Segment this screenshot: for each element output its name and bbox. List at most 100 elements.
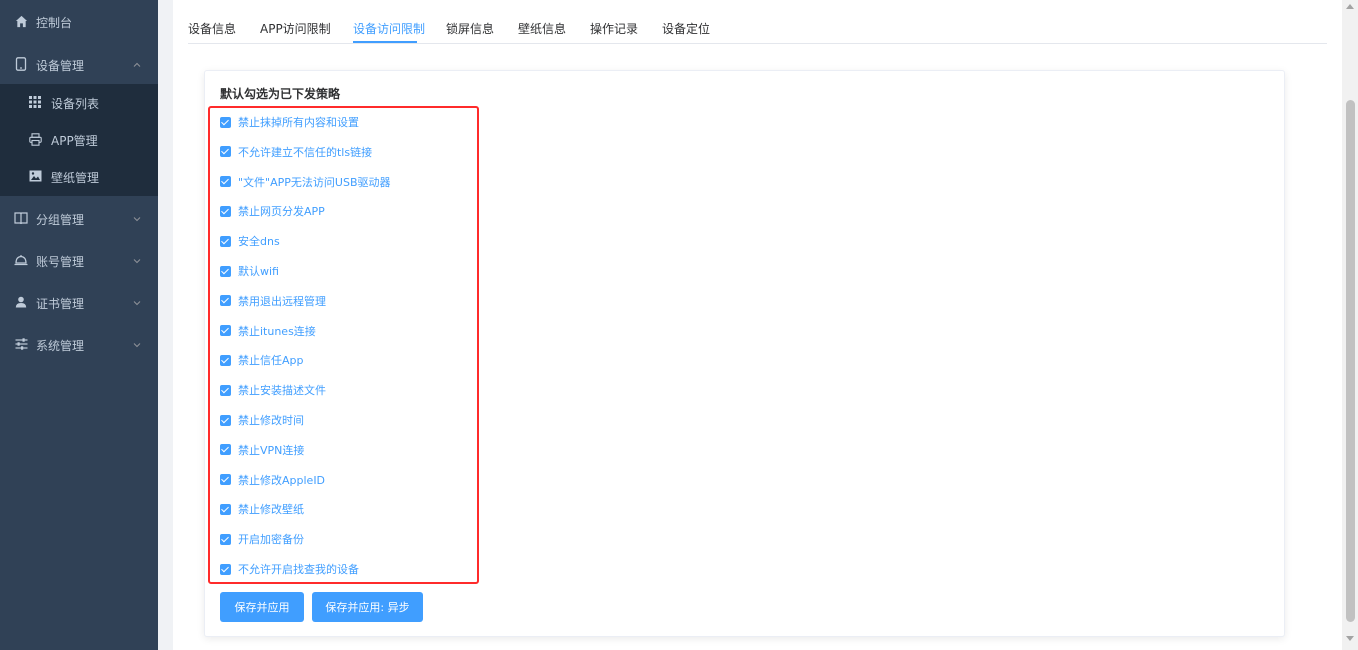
tab-bar: 设备信息 APP访问限制 设备访问限制 锁屏信息 壁纸信息 操作记录 设备定位 bbox=[188, 0, 1327, 44]
sidebar-item-certificate-management[interactable]: 证书管理 bbox=[0, 281, 158, 323]
checkbox-checked-icon[interactable] bbox=[220, 265, 231, 277]
checkbox-checked-icon[interactable] bbox=[220, 444, 231, 456]
checkbox-checked-icon[interactable] bbox=[220, 205, 231, 217]
checkbox-checked-icon[interactable] bbox=[220, 354, 231, 366]
policy-label: 安全dns bbox=[238, 235, 280, 249]
policy-label: 禁止itunes连接 bbox=[238, 324, 316, 338]
user-icon bbox=[14, 295, 28, 309]
policy-checkbox-row[interactable]: 禁止itunes连接 bbox=[220, 322, 316, 340]
policy-checkbox-row[interactable]: 禁止安装描述文件 bbox=[220, 381, 326, 399]
checkbox-checked-icon[interactable] bbox=[220, 116, 231, 128]
policy-checkbox-row[interactable]: 禁止网页分发APP bbox=[220, 202, 325, 220]
checkbox-checked-icon[interactable] bbox=[220, 474, 231, 486]
tab-wallpaper-info[interactable]: 壁纸信息 bbox=[518, 20, 566, 37]
grid-icon bbox=[29, 96, 43, 110]
tab-device-access-restriction[interactable]: 设备访问限制 bbox=[353, 20, 425, 37]
tab-lock-screen-info[interactable]: 锁屏信息 bbox=[446, 20, 494, 37]
sidebar-item-dashboard[interactable]: 控制台 bbox=[0, 0, 158, 42]
save-apply-async-button[interactable]: 保存并应用: 异步 bbox=[312, 592, 423, 622]
policy-checkbox-row[interactable]: 禁用退出远程管理 bbox=[220, 292, 326, 310]
policy-checkbox-row[interactable]: 安全dns bbox=[220, 232, 280, 250]
policy-label: 不允许开启找查我的设备 bbox=[238, 563, 359, 576]
sidebar-item-label: 设备管理 bbox=[36, 59, 85, 73]
checkbox-checked-icon[interactable] bbox=[220, 325, 231, 337]
policy-checkbox-row[interactable]: 默认wifi bbox=[220, 262, 279, 280]
detail-panel: 设备信息 APP访问限制 设备访问限制 锁屏信息 壁纸信息 操作记录 设备定位 … bbox=[173, 0, 1342, 650]
checkbox-checked-icon[interactable] bbox=[220, 414, 231, 426]
save-apply-button[interactable]: 保存并应用 bbox=[220, 592, 304, 622]
policy-label: 禁止修改时间 bbox=[238, 414, 304, 427]
sliders-icon bbox=[14, 337, 28, 351]
policy-checkbox-row[interactable]: 开启加密备份 bbox=[220, 530, 304, 548]
sidebar-item-label: 证书管理 bbox=[36, 297, 85, 311]
policy-label: 禁止修改AppleID bbox=[238, 473, 326, 487]
tab-device-location[interactable]: 设备定位 bbox=[662, 20, 710, 37]
checkbox-checked-icon[interactable] bbox=[220, 235, 231, 247]
sidebar-subitem-wallpaper-management[interactable]: 壁纸管理 bbox=[0, 158, 158, 195]
tablet-icon bbox=[14, 57, 28, 71]
card-title: 默认勾选为已下发策略 bbox=[220, 87, 341, 101]
policy-label: 禁止网页分发APP bbox=[238, 205, 325, 219]
sidebar: 控制台 设备管理 设备列表 APP管理 壁纸管理 分组管理 账号管理 证书管理 … bbox=[0, 0, 158, 650]
tab-app-access-restriction[interactable]: APP访问限制 bbox=[260, 20, 331, 37]
sidebar-subitem-label: 壁纸管理 bbox=[51, 171, 100, 185]
scroll-down-arrow-icon[interactable] bbox=[1346, 636, 1354, 641]
policy-checkbox-row[interactable]: 禁止VPN连接 bbox=[220, 441, 304, 459]
policy-checkbox-row[interactable]: 禁止修改AppleID bbox=[220, 471, 325, 489]
checkbox-checked-icon[interactable] bbox=[220, 295, 231, 307]
sidebar-item-label: 系统管理 bbox=[36, 339, 85, 353]
tab-device-info[interactable]: 设备信息 bbox=[188, 20, 236, 37]
sidebar-item-account-management[interactable]: 账号管理 bbox=[0, 239, 158, 281]
checkbox-checked-icon[interactable] bbox=[220, 503, 231, 515]
active-tab-indicator bbox=[353, 41, 417, 43]
checkbox-checked-icon[interactable] bbox=[220, 176, 231, 188]
policy-label: 开启加密备份 bbox=[238, 533, 304, 547]
chevron-down-icon bbox=[133, 212, 141, 222]
scrollbar-thumb[interactable] bbox=[1346, 100, 1355, 622]
chevron-down-icon bbox=[133, 296, 141, 306]
policy-label: 禁止安装描述文件 bbox=[238, 384, 326, 398]
checkbox-checked-icon[interactable] bbox=[220, 563, 231, 575]
policy-label: 禁止抹掉所有内容和设置 bbox=[238, 116, 359, 129]
policy-checkbox-row[interactable]: 禁止修改壁纸 bbox=[220, 500, 304, 518]
checkbox-checked-icon[interactable] bbox=[220, 533, 231, 545]
sidebar-subitem-label: APP管理 bbox=[51, 134, 98, 148]
policy-label: 禁止修改壁纸 bbox=[238, 503, 304, 517]
policy-label: 禁止信任App bbox=[238, 354, 304, 368]
image-icon bbox=[29, 170, 43, 184]
chevron-down-icon bbox=[133, 338, 141, 348]
sidebar-item-label: 账号管理 bbox=[36, 255, 85, 269]
tab-operation-log[interactable]: 操作记录 bbox=[590, 20, 638, 37]
sidebar-item-device-management[interactable]: 设备管理 bbox=[0, 42, 158, 84]
home-icon bbox=[14, 14, 28, 28]
sidebar-item-label: 分组管理 bbox=[36, 213, 85, 227]
policy-label: "文件"APP无法访问USB驱动器 bbox=[238, 175, 391, 189]
policy-checkbox-row[interactable]: 不允许开启找查我的设备 bbox=[220, 560, 359, 578]
device-submenu: 设备列表 APP管理 壁纸管理 bbox=[0, 84, 158, 196]
printer-icon bbox=[29, 133, 43, 147]
chevron-down-icon bbox=[133, 254, 141, 264]
policy-label: 禁用退出远程管理 bbox=[238, 294, 326, 308]
policy-checkbox-row[interactable]: 禁止信任App bbox=[220, 351, 304, 369]
scroll-up-arrow-icon[interactable] bbox=[1346, 4, 1354, 9]
policy-card: 默认勾选为已下发策略 禁止抹掉所有内容和设置不允许建立不信任的tls链接 "文件"… bbox=[204, 70, 1285, 637]
policy-checkbox-row[interactable]: 不允许建立不信任的tls链接 bbox=[220, 143, 372, 161]
main-content: 设备信息 APP访问限制 设备访问限制 锁屏信息 壁纸信息 操作记录 设备定位 … bbox=[158, 0, 1342, 650]
sidebar-subitem-label: 设备列表 bbox=[51, 97, 100, 111]
policy-checkbox-row[interactable]: "文件"APP无法访问USB驱动器 bbox=[220, 173, 391, 191]
sidebar-item-label: 控制台 bbox=[36, 16, 73, 30]
sidebar-subitem-app-management[interactable]: APP管理 bbox=[0, 121, 158, 158]
chevron-up-icon bbox=[133, 58, 141, 67]
book-icon bbox=[14, 211, 28, 225]
policy-checkbox-row[interactable]: 禁止修改时间 bbox=[220, 411, 304, 429]
policy-label: 不允许建立不信任的tls链接 bbox=[238, 145, 373, 159]
checkbox-checked-icon[interactable] bbox=[220, 146, 231, 158]
checkbox-checked-icon[interactable] bbox=[220, 384, 231, 396]
bell-icon bbox=[14, 253, 28, 267]
policy-label: 禁止VPN连接 bbox=[238, 443, 305, 457]
policy-checkbox-row[interactable]: 禁止抹掉所有内容和设置 bbox=[220, 113, 359, 131]
sidebar-subitem-device-list[interactable]: 设备列表 bbox=[0, 84, 158, 121]
sidebar-item-group-management[interactable]: 分组管理 bbox=[0, 197, 158, 239]
policy-label: 默认wifi bbox=[238, 265, 279, 278]
sidebar-item-system-management[interactable]: 系统管理 bbox=[0, 323, 158, 365]
